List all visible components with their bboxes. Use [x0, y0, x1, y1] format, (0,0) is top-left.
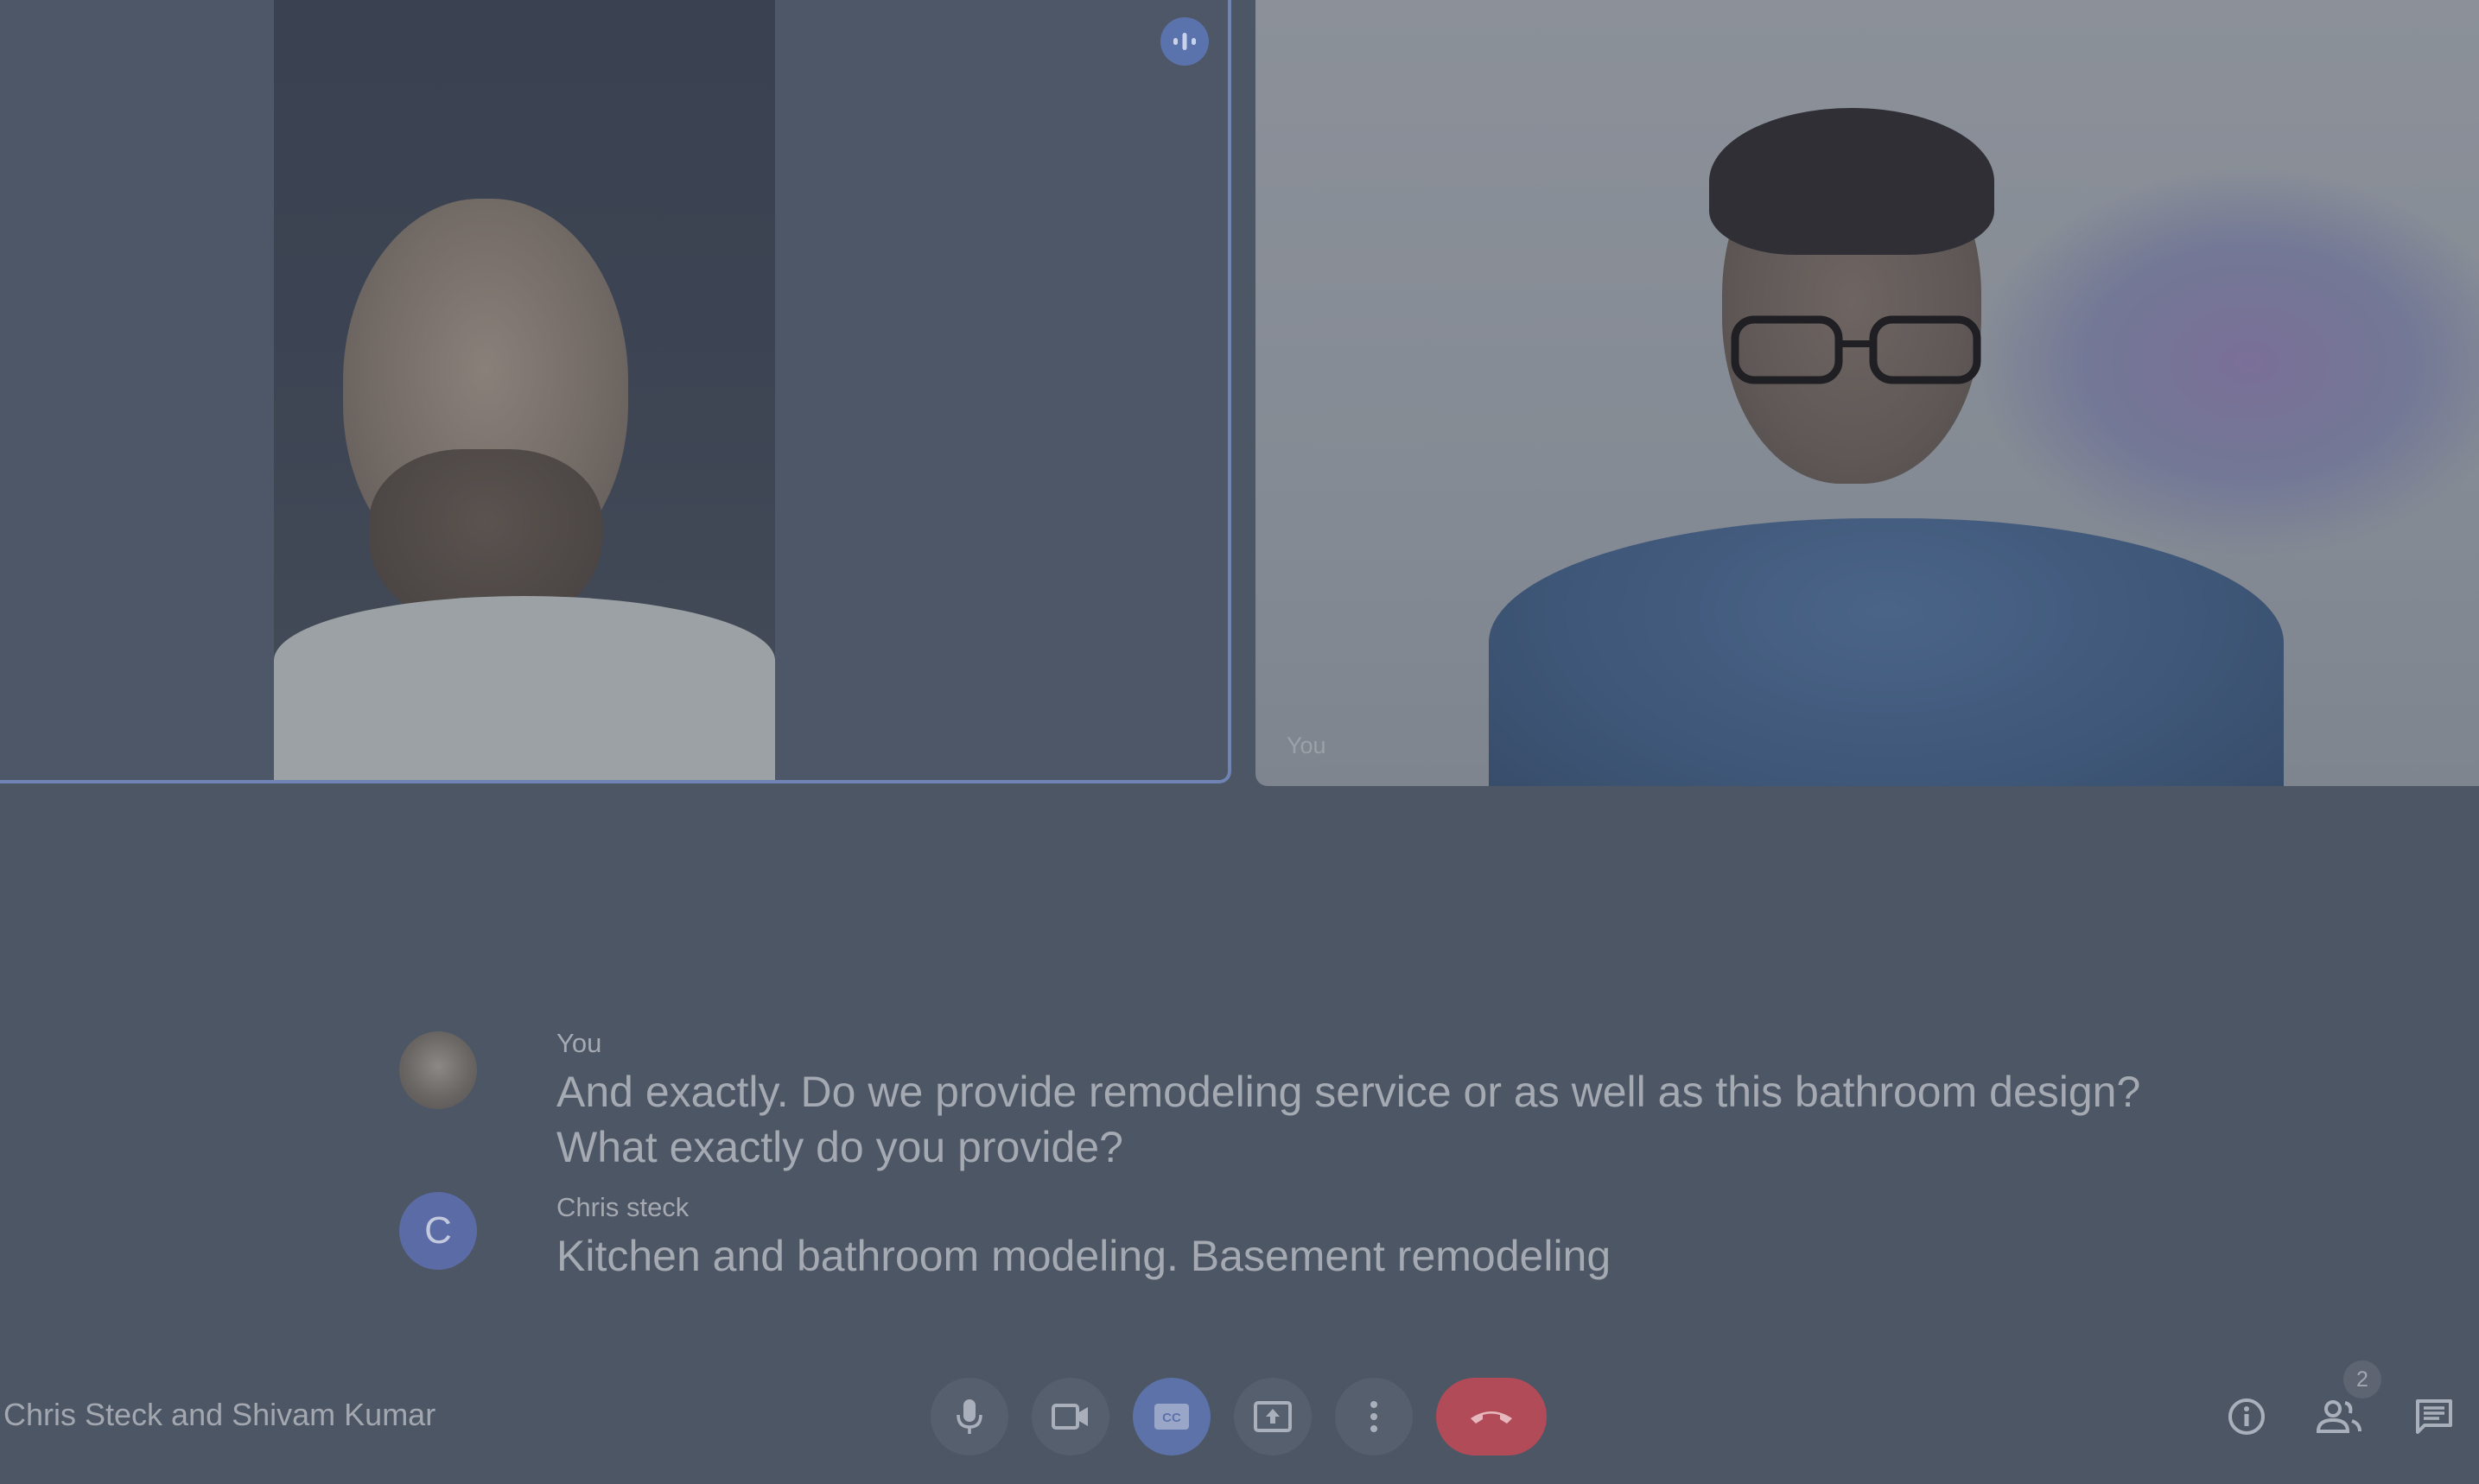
captions-button[interactable]: CC	[1133, 1378, 1211, 1455]
avatar: C	[399, 1192, 477, 1270]
meeting-details-button[interactable]	[2216, 1386, 2277, 1447]
camera-icon	[1052, 1404, 1088, 1430]
info-icon	[2228, 1398, 2265, 1435]
caption-text: And exactly. Do we provide remodeling se…	[556, 1068, 2141, 1171]
present-screen-button[interactable]	[1234, 1378, 1312, 1455]
camera-button[interactable]	[1032, 1378, 1109, 1455]
participant-count-badge: 2	[2343, 1360, 2381, 1398]
people-icon	[2316, 1400, 2361, 1433]
microphone-icon	[957, 1399, 982, 1434]
more-options-icon	[1370, 1401, 1377, 1432]
closed-captions-icon: CC	[1154, 1404, 1189, 1430]
caption-speaker: Chris steck	[556, 1192, 690, 1222]
glasses-shape	[1731, 315, 1981, 384]
self-video-tile[interactable]: You	[1255, 0, 2479, 786]
caption-speaker: You	[556, 1028, 602, 1058]
present-screen-icon	[1254, 1401, 1292, 1432]
svg-text:CC: CC	[1162, 1411, 1181, 1425]
chat-icon	[2416, 1399, 2452, 1434]
end-call-icon	[1471, 1411, 1512, 1424]
self-tile-label: You	[1287, 732, 1326, 758]
end-call-button[interactable]	[1436, 1378, 1547, 1455]
caption-text: Kitchen and bathroom modeling. Basement …	[556, 1232, 1611, 1280]
chat-button[interactable]	[2404, 1386, 2464, 1447]
avatar	[399, 1031, 477, 1109]
meeting-stage: You You And exactly. Do we provide remod…	[0, 0, 2479, 1484]
microphone-button[interactable]	[931, 1378, 1008, 1455]
speaking-indicator-icon	[1160, 17, 1209, 66]
remote-participant-video	[274, 0, 775, 780]
meeting-title: Chris Steck and Shivam Kumar	[3, 1397, 436, 1432]
more-options-button[interactable]	[1335, 1378, 1413, 1455]
remote-participant-tile[interactable]	[0, 0, 1231, 783]
